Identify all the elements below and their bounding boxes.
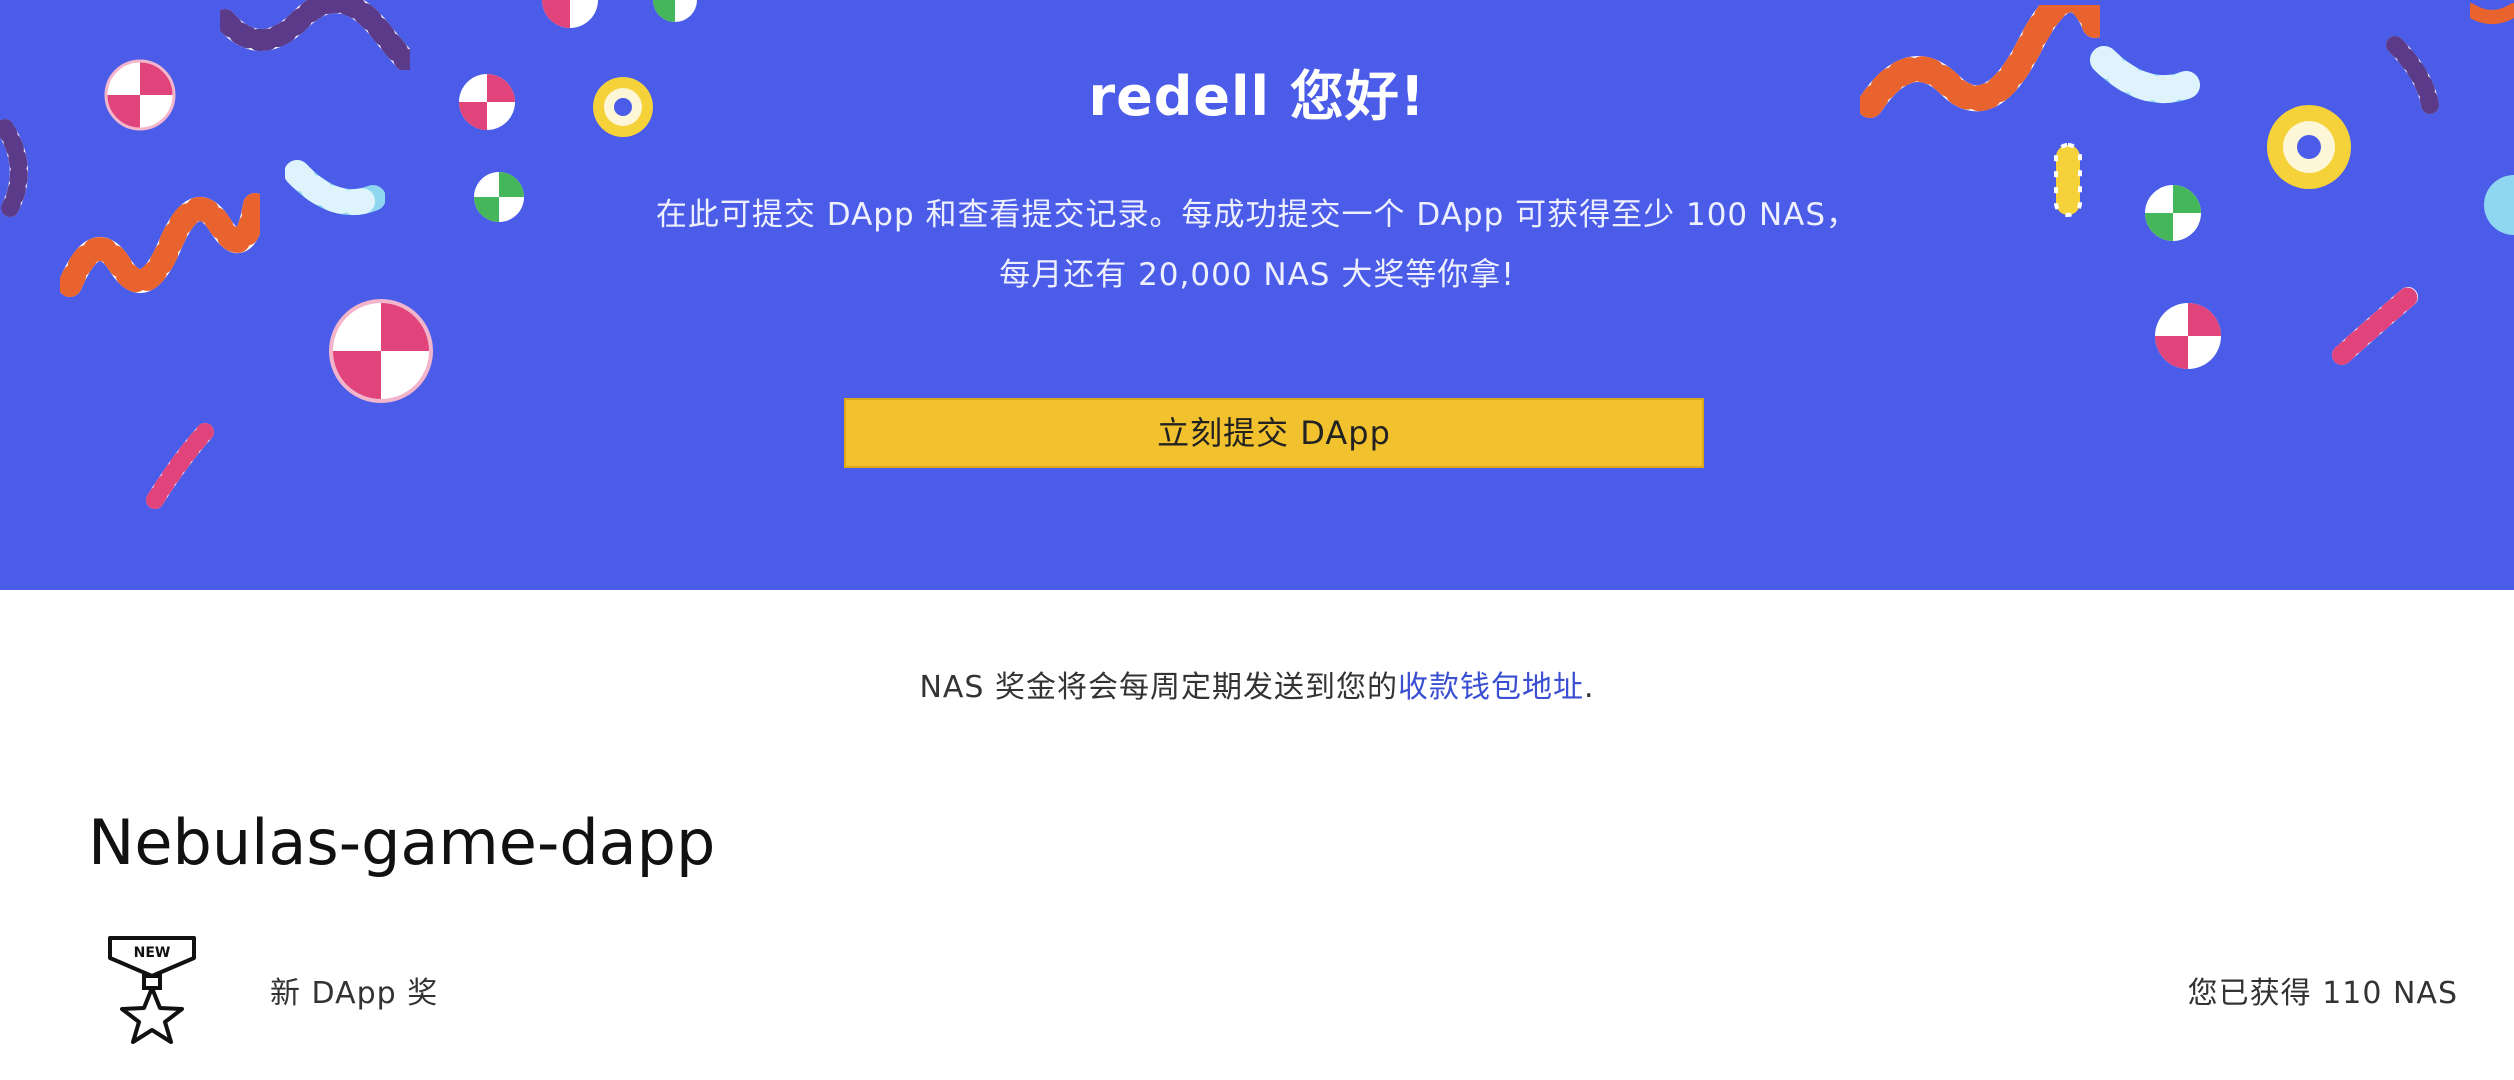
description-line-2: 每月还有 20,000 NAS 大奖等你拿! bbox=[999, 257, 1515, 293]
hero-description: 在此可提交 DApp 和查看提交记录。每成功提交一个 DApp 可获得至少 10… bbox=[0, 185, 2514, 305]
candy-decoration bbox=[329, 299, 433, 403]
candy-decoration bbox=[2470, 3, 2514, 24]
notice-suffix: . bbox=[1584, 670, 1595, 705]
badge-text: NEW bbox=[134, 945, 171, 961]
award-label: 新 DApp 奖 bbox=[270, 976, 439, 1011]
candy-decoration bbox=[542, 0, 598, 28]
candy-decoration bbox=[146, 423, 214, 509]
notice-text: NAS 奖金将会每周定期发送到您的 bbox=[919, 670, 1398, 705]
bonus-notice: NAS 奖金将会每周定期发送到您的收款钱包地址. bbox=[0, 662, 2514, 706]
hero-banner: redell 您好! 在此可提交 DApp 和查看提交记录。每成功提交一个 DA… bbox=[0, 0, 2514, 590]
award-value: 您已获得 110 NAS bbox=[2187, 976, 2458, 1011]
description-line-1: 在此可提交 DApp 和查看提交记录。每成功提交一个 DApp 可获得至少 10… bbox=[655, 197, 1859, 233]
greeting-title: redell 您好! bbox=[1088, 65, 1426, 128]
wallet-address-link[interactable]: 收款钱包地址 bbox=[1398, 670, 1584, 705]
new-medal-star-icon: NEW bbox=[108, 936, 196, 1044]
candy-decoration bbox=[2155, 303, 2221, 369]
dapp-title: Nebulas-game-dapp bbox=[88, 806, 716, 879]
candy-decoration bbox=[653, 0, 697, 22]
submit-dapp-button[interactable]: 立刻提交 DApp bbox=[844, 398, 1704, 468]
